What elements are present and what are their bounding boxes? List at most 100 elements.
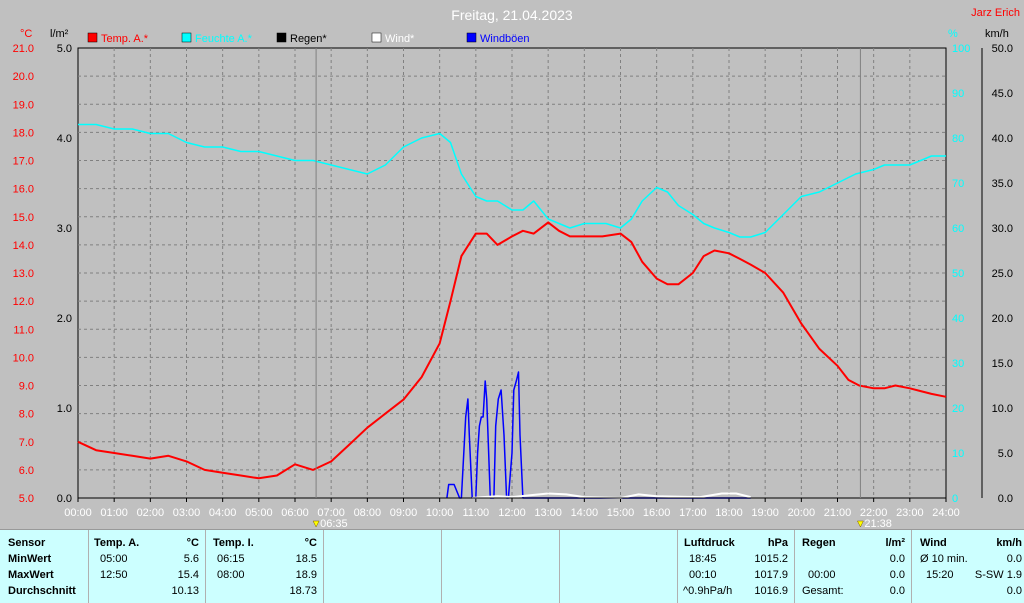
unit-rain: l/m² — [50, 28, 69, 40]
wind-column: Wind km/h Ø 10 min. 0.0 15:20 S-SW 1.9 0… — [911, 530, 1024, 603]
avg-label: Durchschnitt — [8, 585, 76, 597]
pressure-max-value: 1017.9 — [754, 569, 788, 581]
temp-outside-min-time: 05:00 — [100, 553, 128, 565]
pressure-min-time: 18:45 — [689, 553, 717, 565]
humidity-tick-label: 10 — [952, 448, 964, 460]
x-tick-label: 03:00 — [173, 507, 201, 519]
rain-max-time: 00:00 — [808, 569, 836, 581]
temp-tick-label: 6.0 — [19, 465, 34, 477]
x-tick-label: 01:00 — [100, 507, 128, 519]
wind-max-time: 15:20 — [926, 569, 954, 581]
legend-label: Temp. A.* — [101, 33, 149, 45]
pressure-unit: hPa — [767, 537, 788, 549]
rain-max-value: 0.0 — [889, 569, 905, 581]
sensor-head: Sensor — [8, 537, 46, 549]
legend-label: Feuchte A.* — [195, 33, 253, 45]
temp-tick-label: 14.0 — [13, 240, 34, 252]
legend-swatch — [87, 32, 98, 43]
rain-unit: l/m² — [885, 537, 905, 549]
temp-tick-label: 13.0 — [13, 268, 34, 280]
humidity-tick-label: 40 — [952, 313, 964, 325]
temp-tick-label: 8.0 — [19, 409, 34, 421]
legend-label: Regen* — [290, 33, 327, 45]
wind-tick-label: 35.0 — [992, 178, 1013, 190]
legend-swatch — [371, 32, 382, 43]
rain-tick-label: 5.0 — [57, 43, 72, 55]
legend-swatch — [181, 32, 192, 43]
empty-column-1 — [323, 530, 442, 603]
pressure-column: Luftdruck hPa 18:45 1015.2 00:10 1017.9 … — [677, 530, 795, 603]
x-tick-label: 20:00 — [788, 507, 816, 519]
x-tick-label: 15:00 — [607, 507, 635, 519]
chart-title: Freitag, 21.04.2023 — [451, 7, 573, 23]
wind-avg-value: 0.0 — [1006, 585, 1022, 597]
temp-inside-min-value: 18.5 — [295, 553, 317, 565]
x-tick-label: 16:00 — [643, 507, 671, 519]
wind-tick-label: 25.0 — [992, 268, 1013, 280]
rain-tick-label: 4.0 — [57, 133, 72, 145]
rain-tick-label: 0.0 — [57, 493, 72, 505]
temp-inside-max-value: 18.9 — [295, 569, 317, 581]
x-tick-label: 10:00 — [426, 507, 454, 519]
weather-chart: Freitag, 21.04.2023 Jarz Erich °C l/m² %… — [0, 0, 1024, 529]
temp-outside-max-value: 15.4 — [177, 569, 199, 581]
temp-tick-label: 17.0 — [13, 156, 34, 168]
humidity-tick-label: 30 — [952, 358, 964, 370]
temp-tick-label: 16.0 — [13, 184, 34, 196]
pressure-max-time: 00:10 — [689, 569, 717, 581]
x-tick-label: 09:00 — [390, 507, 418, 519]
temp-inside-head: Temp. I. — [213, 537, 254, 549]
wind-tick-label: 40.0 — [992, 133, 1013, 145]
rain-tick-label: 2.0 — [57, 313, 72, 325]
humidity-tick-label: 80 — [952, 133, 964, 145]
sunrise-label: 06:35 — [320, 518, 348, 529]
legend-swatch — [276, 32, 287, 43]
temp-inside-min-time: 06:15 — [217, 553, 245, 565]
rain-total-value: 0.0 — [889, 585, 905, 597]
x-tick-label: 21:00 — [824, 507, 852, 519]
legend-label: Windböen — [480, 33, 530, 45]
x-tick-label: 17:00 — [679, 507, 707, 519]
sunset-label: 21:38 — [864, 518, 892, 529]
rain-tick-label: 1.0 — [57, 403, 72, 415]
empty-column-2 — [441, 530, 560, 603]
pressure-head: Luftdruck — [684, 537, 735, 549]
wind-unit: km/h — [996, 537, 1022, 549]
humidity-tick-label: 70 — [952, 178, 964, 190]
temp-inside-avg-value: 18.73 — [289, 585, 317, 597]
x-tick-label: 23:00 — [896, 507, 924, 519]
temp-outside-min-value: 5.6 — [183, 553, 199, 565]
x-tick-label: 18:00 — [715, 507, 743, 519]
temp-tick-label: 15.0 — [13, 212, 34, 224]
x-tick-label: 24:00 — [932, 507, 960, 519]
wind-avg10-label: Ø 10 min. — [920, 553, 968, 565]
rain-row0-value: 0.0 — [889, 553, 905, 565]
temp-tick-label: 20.0 — [13, 71, 34, 83]
humidity-tick-label: 60 — [952, 223, 964, 235]
wind-tick-label: 5.0 — [998, 448, 1013, 460]
x-tick-label: 13:00 — [534, 507, 562, 519]
temp-tick-label: 11.0 — [13, 324, 34, 336]
rain-tick-label: 3.0 — [57, 223, 72, 235]
pressure-trend: ^0.9hPa/h — [683, 585, 733, 597]
pressure-avg-value: 1016.9 — [754, 585, 788, 597]
temp-tick-label: 5.0 — [19, 493, 34, 505]
temp-outside-avg-value: 10.13 — [171, 585, 199, 597]
humidity-tick-label: 50 — [952, 268, 964, 280]
wind-tick-label: 50.0 — [992, 43, 1013, 55]
pressure-min-value: 1015.2 — [754, 553, 788, 565]
sensor-column: Sensor MinWert MaxWert Durchschnitt — [0, 530, 89, 603]
wind-tick-label: 30.0 — [992, 223, 1013, 235]
statistics-table: Sensor MinWert MaxWert Durchschnitt Temp… — [0, 529, 1024, 603]
legend-swatch — [466, 32, 477, 43]
wind-tick-label: 45.0 — [992, 88, 1013, 100]
temp-tick-label: 12.0 — [13, 296, 34, 308]
rain-head: Regen — [802, 537, 836, 549]
min-label: MinWert — [8, 553, 52, 565]
x-tick-label: 06:00 — [281, 507, 309, 519]
rain-total-label: Gesamt: — [802, 585, 844, 597]
humidity-tick-label: 90 — [952, 88, 964, 100]
x-tick-label: 14:00 — [571, 507, 599, 519]
x-tick-label: 19:00 — [751, 507, 779, 519]
x-tick-label: 02:00 — [137, 507, 165, 519]
